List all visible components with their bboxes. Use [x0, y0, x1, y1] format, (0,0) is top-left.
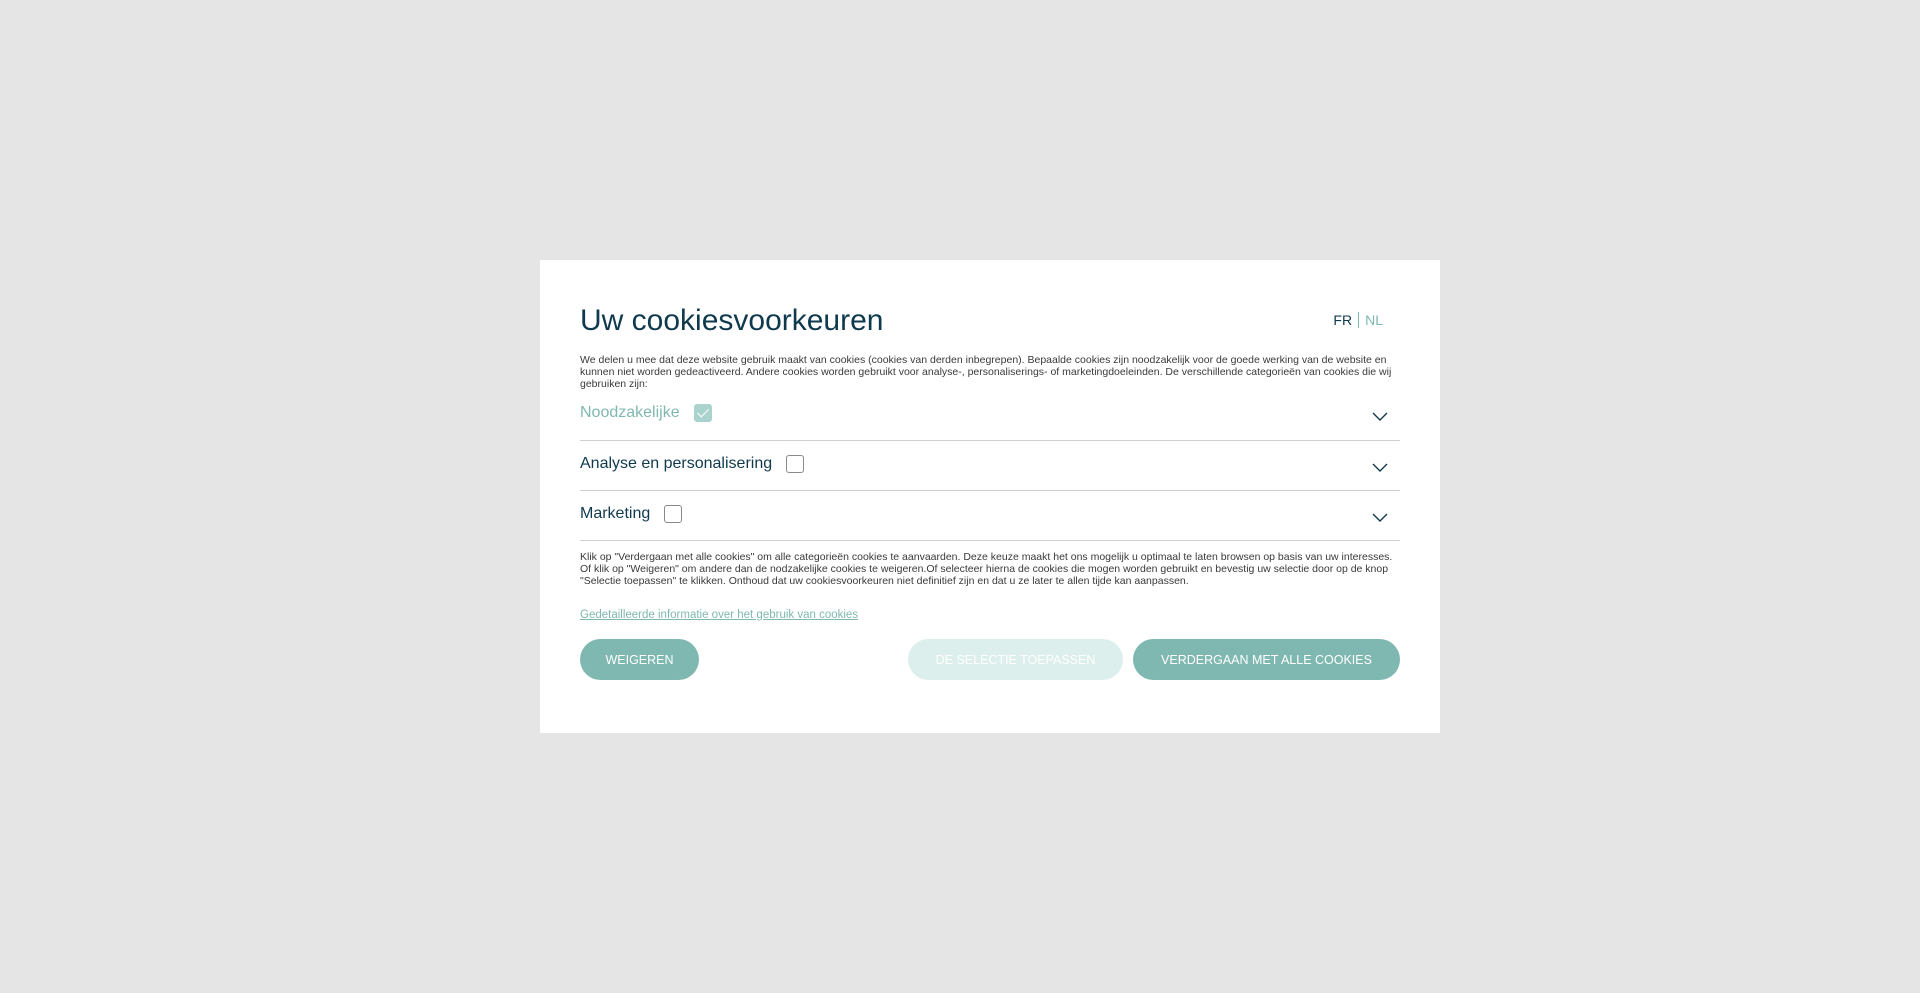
language-fr-link[interactable]: FR	[1333, 312, 1360, 328]
accept-all-button[interactable]: VERDERGAAN MET ALLE COOKIES	[1133, 639, 1400, 680]
category-necessary-label: Noodzakelijke	[580, 404, 680, 421]
chevron-down-icon[interactable]	[1372, 410, 1388, 422]
category-marketing-checkbox[interactable]	[664, 505, 683, 523]
consent-explanation-text: Klik op "Verdergaan met alle cookies" om…	[580, 551, 1393, 587]
action-buttons: WEIGEREN DE SELECTIE TOEPASSEN VERDERGAA…	[580, 639, 1400, 680]
category-analytics-label: Analyse en personalisering	[580, 455, 773, 472]
apply-selection-button[interactable]: DE SELECTIE TOEPASSEN	[908, 639, 1123, 680]
category-marketing-label: Marketing	[580, 505, 651, 522]
cookie-details-link[interactable]: Gedetailleerde informatie over het gebru…	[580, 609, 858, 621]
cookie-preferences-dialog: Uw cookiesvoorkeuren FR NL We delen u me…	[540, 260, 1440, 733]
category-analytics[interactable]: Analyse en personalisering	[580, 441, 1400, 491]
refuse-button[interactable]: WEIGEREN	[580, 639, 699, 680]
language-nl-link[interactable]: NL	[1359, 312, 1383, 328]
category-necessary[interactable]: Noodzakelijke	[580, 390, 1400, 441]
language-switcher: FR NL	[1333, 312, 1383, 328]
dialog-title: Uw cookiesvoorkeuren	[580, 304, 884, 337]
intro-text: We delen u mee dat deze website gebruik …	[580, 354, 1392, 390]
category-analytics-checkbox[interactable]	[786, 455, 805, 473]
chevron-down-icon[interactable]	[1372, 511, 1388, 523]
category-marketing[interactable]: Marketing	[580, 491, 1400, 541]
dialog-header: Uw cookiesvoorkeuren FR NL	[580, 298, 1400, 344]
chevron-down-icon[interactable]	[1372, 461, 1388, 473]
category-necessary-checkbox	[693, 404, 712, 422]
